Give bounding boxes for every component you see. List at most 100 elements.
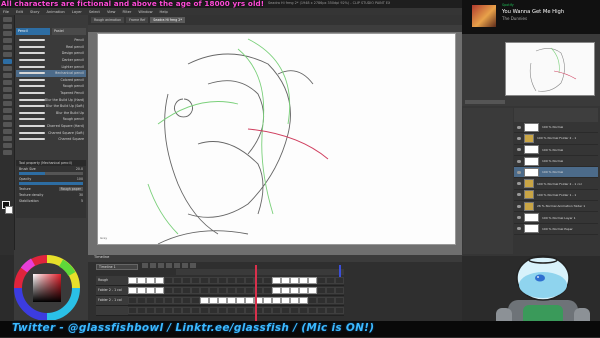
tab-current-document[interactable]: Seadra Hi frmg 2* bbox=[150, 17, 185, 23]
layer-item[interactable]: 100 % Normal Folder 2 - 1 col bbox=[514, 178, 598, 190]
eye-icon[interactable] bbox=[517, 216, 521, 220]
timeline-empty-frame[interactable] bbox=[164, 277, 173, 284]
timeline-empty-frame[interactable] bbox=[155, 307, 164, 314]
texture-density-value[interactable]: 30 bbox=[79, 193, 83, 197]
timeline-empty-frame[interactable] bbox=[236, 287, 245, 294]
eye-icon[interactable] bbox=[517, 227, 521, 231]
timeline-empty-frame[interactable] bbox=[317, 297, 326, 304]
text-tool-icon[interactable] bbox=[3, 136, 12, 141]
timeline-empty-frame[interactable] bbox=[164, 297, 173, 304]
brush-item[interactable]: Charred Square (Hard) bbox=[16, 123, 86, 130]
timeline-track[interactable]: Rough bbox=[96, 276, 344, 286]
brush-item[interactable]: Blur the Build Up (Hard) bbox=[16, 96, 86, 103]
layer-item[interactable]: 100 % Normal bbox=[514, 122, 598, 134]
frame-ruler[interactable] bbox=[176, 269, 344, 275]
end-frame-marker[interactable] bbox=[339, 265, 341, 277]
brush-item[interactable]: Blur the Build Up bbox=[16, 110, 86, 117]
timeline-cel[interactable] bbox=[281, 277, 290, 284]
timeline-cel[interactable] bbox=[290, 287, 299, 294]
timeline-empty-frame[interactable] bbox=[335, 307, 344, 314]
timeline-cel[interactable] bbox=[308, 287, 317, 294]
timeline-empty-frame[interactable] bbox=[335, 277, 344, 284]
timeline-empty-frame[interactable] bbox=[173, 297, 182, 304]
eye-icon[interactable] bbox=[517, 204, 521, 208]
tab-pastel[interactable]: Pastel bbox=[52, 28, 86, 35]
tab-rough-animation[interactable]: Rough animation bbox=[91, 17, 125, 23]
figure-tool-icon[interactable] bbox=[3, 115, 12, 120]
brush-item[interactable]: Colored pencil bbox=[16, 77, 86, 84]
timeline-cel[interactable] bbox=[146, 277, 155, 284]
gradient-tool-icon[interactable] bbox=[3, 108, 12, 113]
timeline-cel[interactable] bbox=[272, 287, 281, 294]
timeline-cel[interactable] bbox=[155, 287, 164, 294]
timeline-empty-frame[interactable] bbox=[263, 307, 272, 314]
timeline-empty-frame[interactable] bbox=[227, 307, 236, 314]
eye-icon[interactable] bbox=[517, 136, 521, 140]
timeline-empty-frame[interactable] bbox=[191, 277, 200, 284]
timeline-empty-frame[interactable] bbox=[200, 277, 209, 284]
timeline-empty-frame[interactable] bbox=[326, 297, 335, 304]
brush-item[interactable]: Rough pencil bbox=[16, 83, 86, 90]
timeline-empty-frame[interactable] bbox=[326, 287, 335, 294]
timeline-cel[interactable] bbox=[200, 297, 209, 304]
timeline-empty-frame[interactable] bbox=[335, 287, 344, 294]
timeline-track[interactable] bbox=[96, 306, 344, 316]
menu-animation[interactable]: Animation bbox=[46, 10, 64, 14]
timeline-empty-frame[interactable] bbox=[128, 307, 137, 314]
selection-tool-icon[interactable] bbox=[3, 38, 12, 43]
timeline-empty-frame[interactable] bbox=[182, 297, 191, 304]
timeline-empty-frame[interactable] bbox=[308, 307, 317, 314]
timeline-empty-frame[interactable] bbox=[182, 307, 191, 314]
menu-edit[interactable]: Edit bbox=[16, 10, 23, 14]
timeline-empty-frame[interactable] bbox=[218, 277, 227, 284]
timeline-track[interactable]: Folder 2 - 1 col bbox=[96, 296, 344, 306]
eye-icon[interactable] bbox=[517, 182, 521, 186]
timeline-cel[interactable] bbox=[281, 287, 290, 294]
onion-skin-icon[interactable] bbox=[190, 263, 196, 268]
timeline-cel[interactable] bbox=[290, 297, 299, 304]
eyedropper-tool-icon[interactable] bbox=[3, 45, 12, 50]
layer-item[interactable]: 100 % Normal bbox=[514, 145, 598, 156]
timeline-empty-frame[interactable] bbox=[317, 287, 326, 294]
timeline-cel[interactable] bbox=[137, 287, 146, 294]
timeline-empty-frame[interactable] bbox=[191, 297, 200, 304]
timeline-empty-frame[interactable] bbox=[209, 277, 218, 284]
timeline-track[interactable]: Folder 2 - 1 col bbox=[96, 286, 344, 296]
timeline-cel[interactable] bbox=[272, 277, 281, 284]
timeline-empty-frame[interactable] bbox=[290, 307, 299, 314]
layer-item[interactable]: 100 % Normal Layer 1 bbox=[514, 212, 598, 224]
timeline-empty-frame[interactable] bbox=[299, 307, 308, 314]
timeline-empty-frame[interactable] bbox=[245, 287, 254, 294]
timeline-empty-frame[interactable] bbox=[326, 307, 335, 314]
loop-icon[interactable] bbox=[174, 263, 180, 268]
color-wheel-icon[interactable] bbox=[14, 250, 88, 321]
brush-item[interactable]: Charred Square bbox=[16, 136, 86, 143]
brush-size-slider[interactable] bbox=[19, 172, 83, 175]
correct-line-tool-icon[interactable] bbox=[3, 150, 12, 155]
eye-icon[interactable] bbox=[517, 159, 521, 163]
menu-window[interactable]: Window bbox=[138, 10, 152, 14]
timeline-cel[interactable] bbox=[236, 297, 245, 304]
next-frame-icon[interactable] bbox=[166, 263, 172, 268]
menu-story[interactable]: Story bbox=[30, 10, 40, 14]
menu-file[interactable]: File bbox=[3, 10, 9, 14]
timeline-empty-frame[interactable] bbox=[200, 307, 209, 314]
playhead[interactable] bbox=[255, 265, 257, 321]
timeline-empty-frame[interactable] bbox=[218, 287, 227, 294]
pen-tool-icon[interactable] bbox=[3, 52, 12, 57]
timeline-cel[interactable] bbox=[146, 287, 155, 294]
eraser-tool-icon[interactable] bbox=[3, 87, 12, 92]
timeline-cel[interactable] bbox=[137, 277, 146, 284]
timeline-cel[interactable] bbox=[290, 277, 299, 284]
blend-tool-icon[interactable] bbox=[3, 94, 12, 99]
move-tool-icon[interactable] bbox=[3, 24, 12, 29]
timeline-empty-frame[interactable] bbox=[272, 307, 281, 314]
timeline-empty-frame[interactable] bbox=[137, 297, 146, 304]
brush-item[interactable]: Design pencil bbox=[16, 50, 86, 57]
timeline-cel[interactable] bbox=[128, 287, 137, 294]
stabilization-value[interactable]: 5 bbox=[81, 199, 83, 203]
timeline-cel[interactable] bbox=[218, 297, 227, 304]
eye-icon[interactable] bbox=[517, 170, 521, 174]
timeline-cel[interactable] bbox=[245, 297, 254, 304]
timeline-empty-frame[interactable] bbox=[182, 287, 191, 294]
